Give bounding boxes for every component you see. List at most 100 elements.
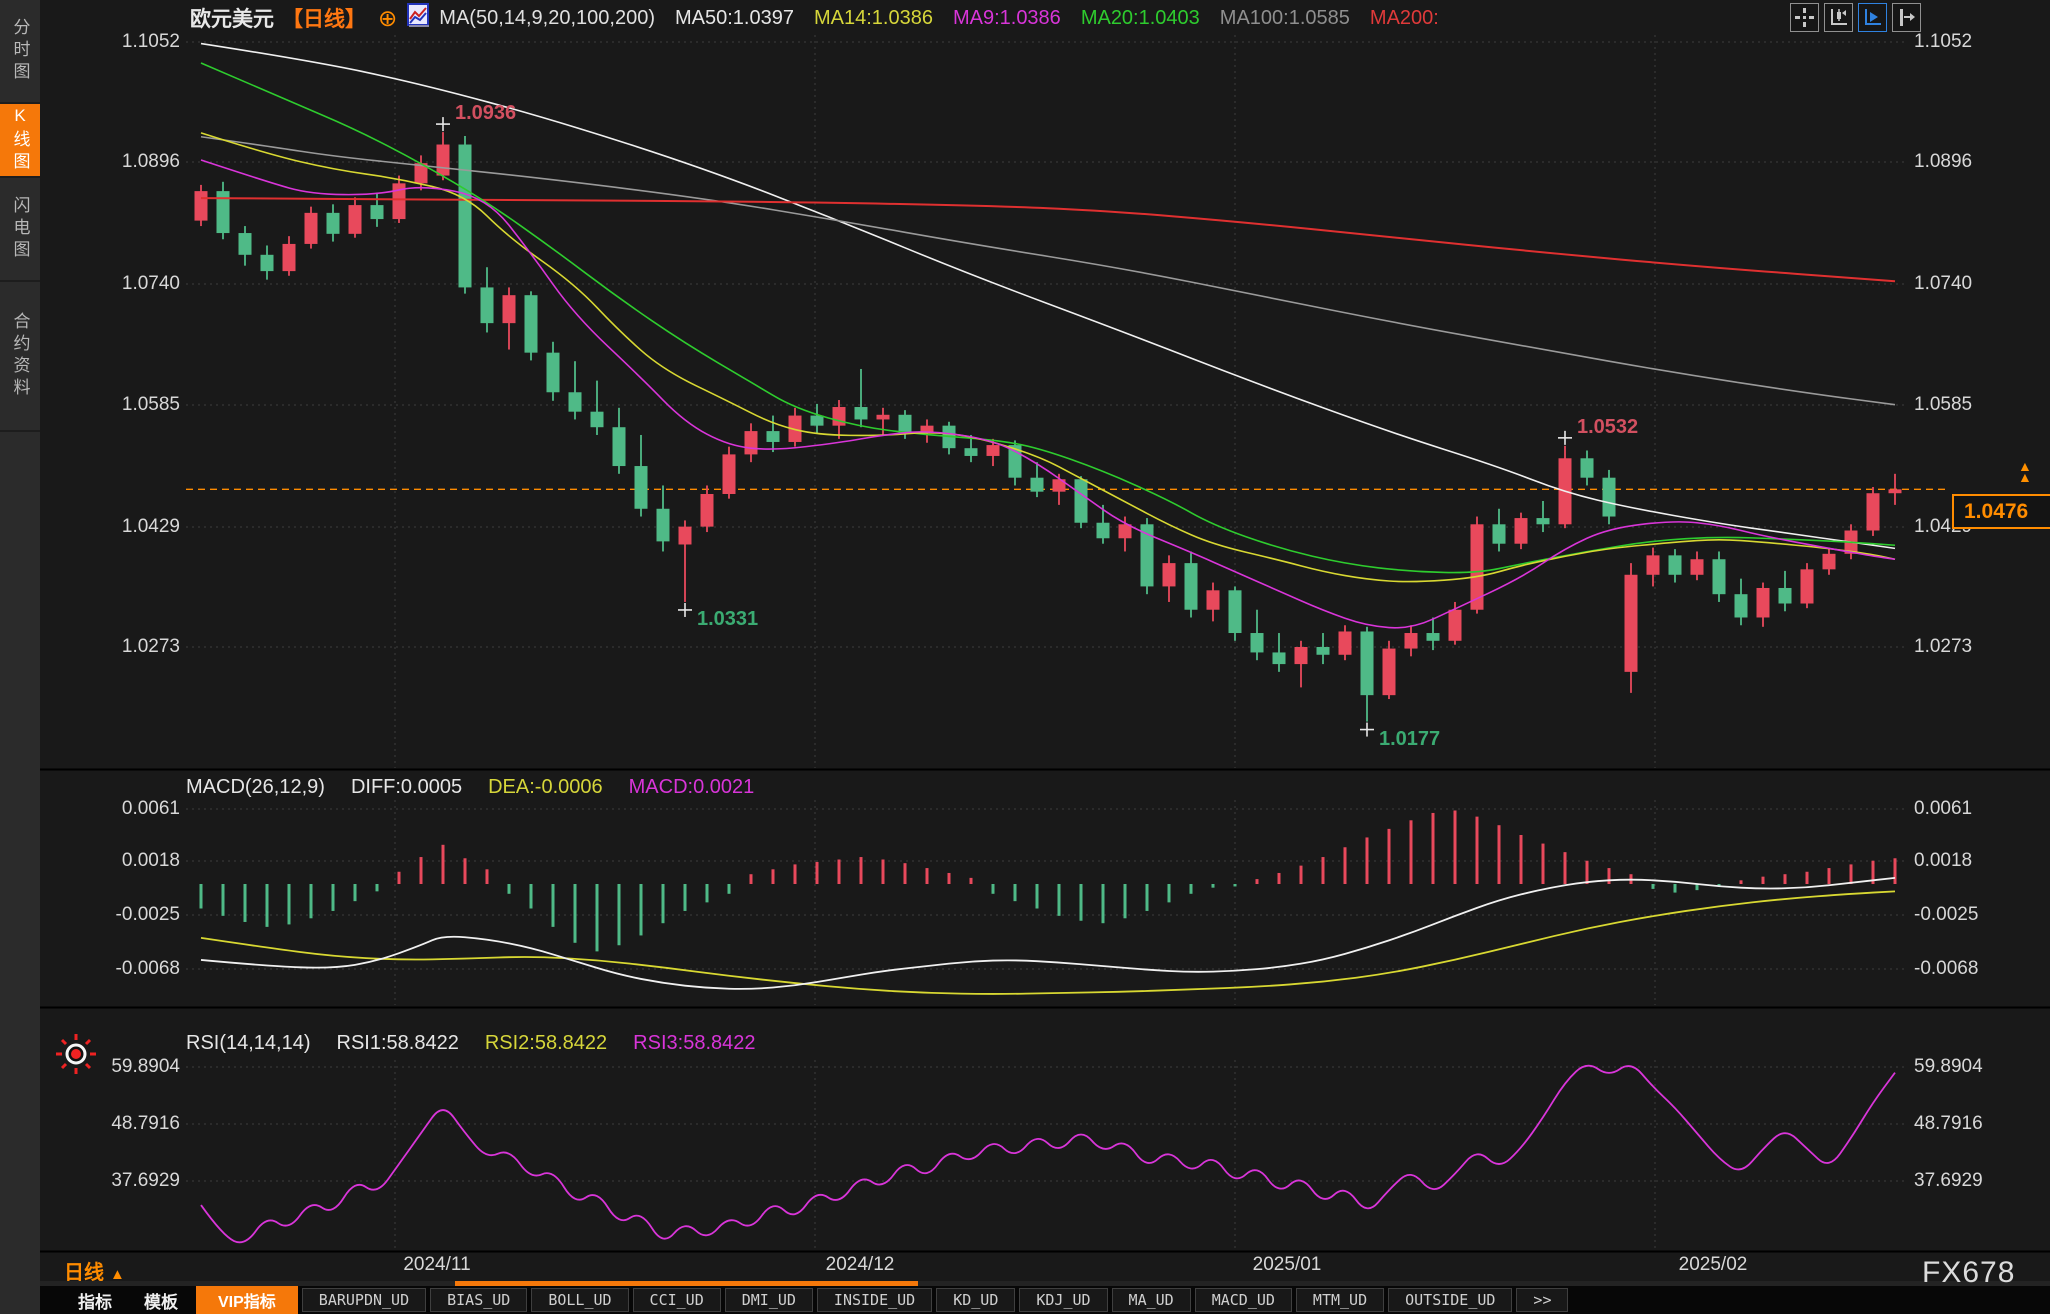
candle (1713, 551, 1726, 601)
swing-price-label: 1.0331 (697, 608, 758, 631)
indicator-tab-8[interactable]: DMI_UD (725, 1288, 813, 1312)
candle (1757, 583, 1770, 627)
ma-line-ma9 (201, 160, 1895, 628)
candle (745, 423, 758, 462)
candle (217, 182, 230, 239)
macd-bar (332, 884, 335, 911)
crosshair-icon[interactable] (1790, 3, 1819, 32)
sidebar-item-4[interactable]: 合约资料 (0, 282, 40, 432)
price-arrow-icon: ▲▲ (2018, 461, 2032, 483)
candle (1339, 625, 1352, 660)
macd-bar (706, 884, 709, 902)
macd-bar (1784, 874, 1787, 884)
macd-bar (1454, 811, 1457, 885)
macd-bar (794, 864, 797, 884)
ma-line-ma200 (201, 198, 1895, 281)
sidebar-item-3[interactable]: 闪电图 (0, 178, 40, 282)
scrollbar-thumb[interactable] (455, 1281, 918, 1286)
candle (305, 207, 318, 249)
macd-bar (772, 869, 775, 884)
macd-bar (1542, 844, 1545, 884)
candle (657, 485, 670, 551)
macd-bar (838, 860, 841, 885)
macd-value: MACD:0.0021 (629, 776, 755, 799)
ma-value: MA9:1.0386 (953, 7, 1061, 30)
candle (481, 267, 494, 332)
indicator-tab-9[interactable]: INSIDE_UD (817, 1288, 932, 1312)
macd-bar (618, 884, 621, 945)
macd-bar (1894, 858, 1897, 884)
candle (195, 185, 208, 226)
indicator-tab-6[interactable]: BOLL_UD (531, 1288, 628, 1312)
macd-bar (1850, 864, 1853, 884)
indicator-tab-15[interactable]: OUTSIDE_UD (1388, 1288, 1512, 1312)
indicator-tab-7[interactable]: CCI_UD (633, 1288, 721, 1312)
indicator-tab-12[interactable]: MA_UD (1112, 1288, 1191, 1312)
candle (371, 193, 384, 227)
play-axis-icon[interactable] (1858, 3, 1887, 32)
rsi1-value: RSI1:58.8422 (337, 1032, 459, 1055)
chart-type-icon[interactable] (407, 3, 429, 33)
ma-value: MA200: (1370, 7, 1439, 30)
ma-values: MA50:1.0397MA14:1.0386MA9:1.0386MA20:1.0… (655, 7, 1439, 30)
swing-marker (1360, 723, 1374, 737)
candle (1075, 476, 1088, 528)
indicator-tabbar: 指标 模板 VIP指标BARUPDN_UDBIAS_UDBOLL_UDCCI_UDD… (40, 1286, 2050, 1314)
chart-area[interactable] (0, 0, 2050, 1314)
candle-axis-icon[interactable] (1824, 3, 1853, 32)
candle (1427, 617, 1440, 650)
rsi-title: RSI(14,14,14) (186, 1032, 311, 1055)
macd-bar (486, 869, 489, 884)
macd-bar (1124, 884, 1127, 918)
chart-scrollbar[interactable] (40, 1281, 2050, 1286)
candle (1317, 633, 1330, 664)
macd-dea-value: DEA:-0.0006 (488, 776, 603, 799)
macd-bar (684, 884, 687, 911)
candle (1867, 487, 1880, 536)
macd-bar (1322, 857, 1325, 884)
swing-price-label: 1.0532 (1577, 416, 1638, 439)
sidebar-item-2[interactable]: K线图 (0, 104, 40, 178)
indicator-tab-14[interactable]: MTM_UD (1296, 1288, 1384, 1312)
indicator-tab-4[interactable]: BARUPDN_UD (302, 1288, 426, 1312)
swing-marker (678, 603, 692, 617)
macd-bar (662, 884, 665, 923)
macd-bar (1036, 884, 1039, 909)
candle (1097, 505, 1110, 544)
candle (1625, 563, 1638, 693)
indicator-tab-3[interactable]: VIP指标 (196, 1285, 298, 1314)
macd-bar (1058, 884, 1061, 916)
indicator-tab-16[interactable]: >> (1516, 1288, 1568, 1312)
candle (1141, 518, 1154, 594)
macd-bar (750, 874, 753, 884)
candle (1581, 451, 1594, 486)
indicator-tab-5[interactable]: BIAS_UD (430, 1288, 527, 1312)
macd-bar (1190, 884, 1193, 894)
indicator-tab-10[interactable]: KD_UD (936, 1288, 1015, 1312)
candle (1889, 474, 1902, 505)
candle (789, 408, 802, 447)
macd-bar (552, 884, 555, 927)
indicator-tab-11[interactable]: KDJ_UD (1019, 1288, 1107, 1312)
macd-bar (948, 873, 951, 884)
indicator-tab-1[interactable]: 指标 (78, 1288, 112, 1313)
candle (349, 197, 362, 237)
candle (239, 226, 252, 266)
candle (1229, 586, 1242, 640)
macd-bar (244, 884, 247, 922)
macd-dea-line (201, 891, 1895, 994)
macd-bar (398, 872, 401, 884)
swing-marker (436, 117, 450, 131)
period-tag: 【日线】 (282, 3, 366, 33)
sidebar-item-1[interactable]: 分时图 (0, 0, 40, 104)
rsi3-value: RSI3:58.8422 (633, 1032, 755, 1055)
macd-bar (288, 884, 291, 924)
candle (1735, 579, 1748, 626)
sidebar: 分时图K线图闪电图合约资料 (0, 0, 40, 1314)
candle (1779, 571, 1792, 611)
indicator-tab-13[interactable]: MACD_UD (1195, 1288, 1292, 1312)
macd-bar (222, 884, 225, 916)
indicator-tab-2[interactable]: 模板 (144, 1288, 178, 1313)
compare-icon[interactable]: ⊕ (378, 7, 397, 30)
pane-shift-icon[interactable] (1892, 3, 1921, 32)
